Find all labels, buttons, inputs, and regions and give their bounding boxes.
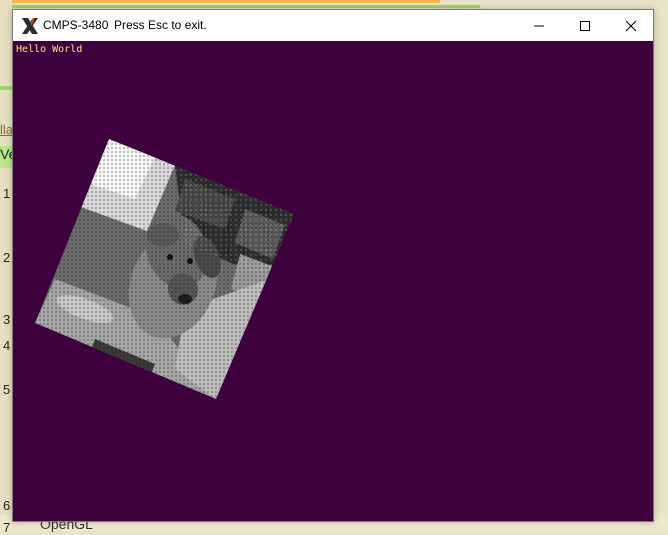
background-row-number: 5	[3, 382, 11, 397]
render-canvas[interactable]: Hello World	[13, 41, 653, 521]
background-row-number: 6	[3, 498, 11, 513]
background-row-number: 4	[3, 338, 11, 353]
minimize-icon	[534, 25, 544, 26]
maximize-icon	[580, 20, 590, 31]
background-header-fragment: Ve	[0, 146, 12, 168]
background-strip	[0, 86, 12, 90]
background-row-number: 3	[3, 312, 11, 327]
close-button[interactable]	[608, 10, 654, 41]
maximize-button[interactable]	[562, 10, 608, 41]
app-window: CMPS-3480 Press Esc to exit. Hello World	[12, 9, 654, 522]
background-row-number: 1	[3, 186, 11, 201]
dog-photo-image	[35, 139, 294, 399]
title-bar[interactable]: CMPS-3480 Press Esc to exit.	[13, 10, 653, 41]
x-logo-icon	[22, 18, 38, 34]
close-icon	[625, 20, 637, 31]
minimize-button[interactable]	[516, 10, 562, 41]
hello-world-text: Hello World	[16, 44, 83, 55]
window-hint: Press Esc to exit.	[114, 18, 207, 32]
background-column	[0, 0, 12, 531]
background-row-number: 2	[3, 250, 11, 265]
window-title: CMPS-3480	[43, 18, 109, 32]
background-row-number: 7	[3, 520, 11, 535]
background-strip	[0, 0, 440, 3]
background-strip	[0, 5, 480, 8]
